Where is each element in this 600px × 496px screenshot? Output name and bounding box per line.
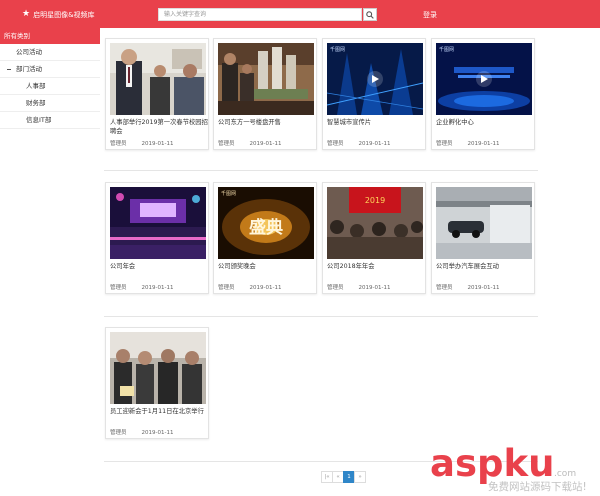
- card-author: 管理员: [218, 285, 235, 291]
- card-author: 管理员: [218, 141, 235, 147]
- thumb-brand-mark: 千图网: [439, 46, 454, 53]
- card-date: 2019-01-11: [467, 141, 500, 147]
- media-thumbnail[interactable]: [110, 332, 206, 404]
- card-title[interactable]: 公司颁奖晚会: [218, 262, 316, 271]
- media-card[interactable]: 公司东方一号楼盘开售 管理员 2019-01-11: [213, 38, 317, 150]
- card-author: 管理员: [327, 141, 344, 147]
- media-card[interactable]: 人事部举行2019第一次春节校园招聘会 管理员 2019-01-11: [105, 38, 209, 150]
- site-brand[interactable]: ★ 启明星图像&视频库: [22, 9, 95, 20]
- card-title[interactable]: 智慧城市宣传片: [327, 118, 425, 127]
- card-meta: 管理员 2019-01-11: [327, 139, 390, 147]
- site-watermark: aspku .com 免费网站源码下载站!: [430, 442, 587, 493]
- pagination: |« « 1 »: [321, 471, 366, 483]
- card-date: 2019-01-11: [249, 141, 282, 147]
- card-author: 管理员: [327, 285, 344, 291]
- search-input[interactable]: [158, 8, 362, 21]
- sidebar-item-hr[interactable]: 人事部: [0, 78, 100, 95]
- card-date: 2019-01-11: [358, 141, 391, 147]
- card-title[interactable]: 公司举办汽车展会互动: [436, 262, 534, 271]
- search-icon: [366, 10, 374, 19]
- star-icon: ★: [22, 9, 31, 19]
- card-title[interactable]: 人事部举行2019第一次春节校园招聘会: [110, 118, 208, 136]
- pagination-next[interactable]: »: [354, 471, 366, 483]
- category-sidebar: 所有类别 公司活动 部门活动 人事部 财务部 信息IT部: [0, 28, 100, 129]
- card-title[interactable]: 公司2018年年会: [327, 262, 425, 271]
- media-card[interactable]: 员工迎新会于1月11日在北京举行 管理员 2019-01-11: [105, 327, 209, 439]
- card-date: 2019-01-11: [358, 285, 391, 291]
- card-meta: 管理员 2019-01-11: [110, 428, 173, 436]
- thumb-brand-mark: 千图网: [330, 46, 345, 53]
- card-title[interactable]: 员工迎新会于1月11日在北京举行: [110, 407, 208, 416]
- minus-icon[interactable]: [7, 68, 11, 70]
- media-thumbnail[interactable]: 2019: [327, 187, 423, 259]
- media-card[interactable]: 盛典 千图网 公司颁奖晚会 管理员 2019-01-11: [213, 182, 317, 294]
- thumb-brand-mark: 千图网: [221, 190, 236, 197]
- card-author: 管理员: [110, 141, 127, 147]
- card-title[interactable]: 公司年会: [110, 262, 208, 271]
- card-meta: 管理员 2019-01-11: [110, 139, 173, 147]
- watermark-domain: .com: [554, 469, 576, 479]
- sidebar-item-all[interactable]: 所有类别: [0, 28, 100, 44]
- card-author: 管理员: [436, 141, 453, 147]
- watermark-tagline: 免费网站源码下载站!: [488, 480, 587, 493]
- sidebar-item-label: 部门活动: [16, 64, 42, 73]
- card-meta: 管理员 2019-01-11: [218, 283, 281, 291]
- media-card[interactable]: 公司年会 管理员 2019-01-11: [105, 182, 209, 294]
- media-thumbnail[interactable]: 千图网: [436, 43, 532, 115]
- card-meta: 管理员 2019-01-11: [436, 139, 499, 147]
- card-author: 管理员: [436, 285, 453, 291]
- card-author: 管理员: [110, 430, 127, 436]
- media-card[interactable]: 千图网 企业孵化中心 管理员 2019-01-11: [431, 38, 535, 150]
- card-author: 管理员: [110, 285, 127, 291]
- card-date: 2019-01-11: [141, 141, 174, 147]
- media-thumbnail[interactable]: 千图网: [327, 43, 423, 115]
- card-date: 2019-01-11: [141, 430, 174, 436]
- thumb-gala-text: 盛典: [249, 217, 283, 238]
- media-card[interactable]: 2019 公司2018年年会 管理员 2019-01-11: [322, 182, 426, 294]
- watermark-logo: aspku: [430, 442, 554, 485]
- card-date: 2019-01-11: [249, 285, 282, 291]
- sidebar-item-finance[interactable]: 财务部: [0, 95, 100, 112]
- login-link[interactable]: 登录: [423, 10, 437, 20]
- thumb-banner-text: 2019: [365, 196, 385, 205]
- row-divider: [104, 170, 538, 171]
- card-meta: 管理员 2019-01-11: [218, 139, 281, 147]
- search-button[interactable]: [363, 8, 377, 21]
- top-navigation-bar: ★ 启明星图像&视频库 登录: [0, 0, 600, 28]
- card-meta: 管理员 2019-01-11: [436, 283, 499, 291]
- card-date: 2019-01-11: [467, 285, 500, 291]
- media-card[interactable]: 公司举办汽车展会互动 管理员 2019-01-11: [431, 182, 535, 294]
- media-thumbnail[interactable]: [218, 43, 314, 115]
- media-card[interactable]: 千图网 智慧城市宣传片 管理员 2019-01-11: [322, 38, 426, 150]
- row-divider: [104, 316, 538, 317]
- card-date: 2019-01-11: [141, 285, 174, 291]
- site-title: 启明星图像&视频库: [33, 10, 95, 19]
- card-title[interactable]: 企业孵化中心: [436, 118, 534, 127]
- media-thumbnail[interactable]: [436, 187, 532, 259]
- card-title[interactable]: 公司东方一号楼盘开售: [218, 118, 316, 127]
- media-thumbnail[interactable]: [110, 43, 206, 115]
- card-meta: 管理员 2019-01-11: [110, 283, 173, 291]
- sidebar-item-department-activities[interactable]: 部门活动: [0, 61, 100, 78]
- sidebar-item-it[interactable]: 信息IT部: [0, 112, 100, 129]
- sidebar-item-company-activities[interactable]: 公司活动: [0, 44, 100, 61]
- card-meta: 管理员 2019-01-11: [327, 283, 390, 291]
- media-thumbnail[interactable]: 盛典 千图网: [218, 187, 314, 259]
- media-thumbnail[interactable]: [110, 187, 206, 259]
